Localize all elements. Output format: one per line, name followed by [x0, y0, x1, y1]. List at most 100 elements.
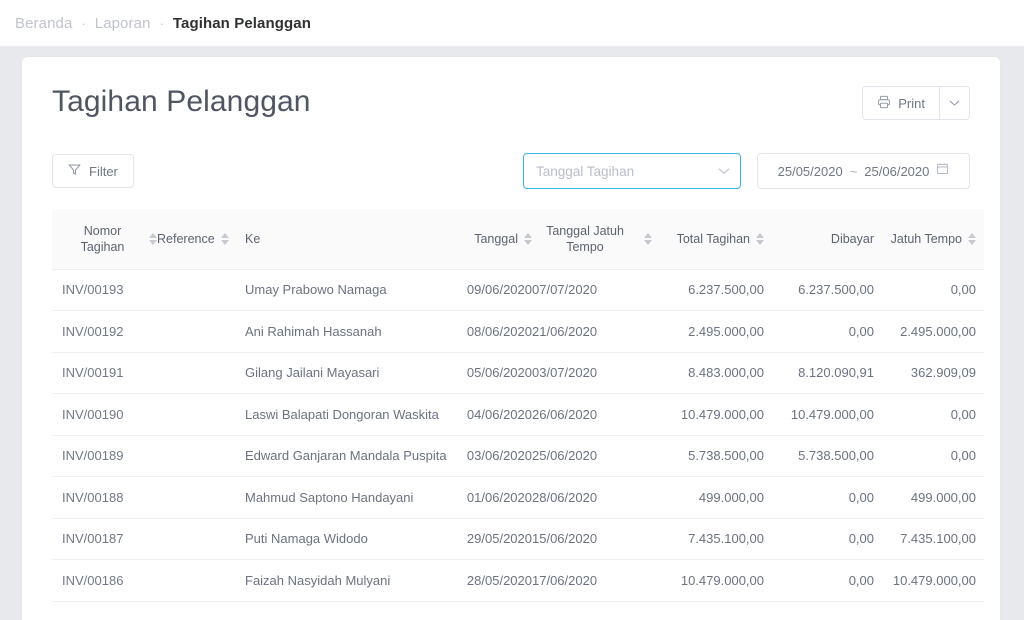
column-header-nomor-tagihan[interactable]: Nomor Tagihan — [52, 209, 157, 269]
cell-dibayar: 6.237.500,00 — [764, 269, 874, 311]
print-button[interactable]: Print — [863, 87, 939, 119]
sort-toggle-reference[interactable] — [221, 233, 229, 245]
table-row[interactable]: INV/00192 Ani Rahimah Hassanah08/06/2020 2… — [52, 311, 984, 353]
cell-ke: Puti Namaga Widodo — [245, 518, 450, 560]
cell-jatuh_tempo: 7.435.100,00 — [874, 518, 984, 560]
cell-ke: Umay Prabowo Namaga — [245, 269, 450, 311]
cell-nomor_tagihan: INV/00191 — [52, 352, 157, 394]
cell-reference — [157, 477, 245, 519]
table-row[interactable]: INV/00187 Puti Namaga Widodo29/05/202015/… — [52, 518, 984, 560]
cell-reference — [157, 435, 245, 477]
toolbar: Filter Tanggal Tagihan 25/05/2020 ~ 25/0… — [52, 153, 970, 189]
funnel-icon — [68, 163, 81, 179]
cell-tanggal: 09/06/2020 — [450, 269, 532, 311]
table-row[interactable]: INV/00186Faizah Nasyidah Mulyani28/05/20… — [52, 560, 984, 602]
cell-ke: Edward Ganjaran Mandala Puspita — [245, 435, 450, 477]
table-row[interactable]: INV/00189Edward Ganjaran Mandala Puspita… — [52, 435, 984, 477]
sort-toggle-total-tagihan[interactable] — [756, 233, 764, 245]
cell-nomor_tagihan: INV/00192 — [52, 311, 157, 353]
breadcrumb-item-beranda[interactable]: Beranda — [15, 15, 72, 32]
cell-total_tagihan: 7.435.100,00 — [652, 518, 764, 560]
cell-reference — [157, 352, 245, 394]
date-type-select[interactable]: Tanggal Tagihan — [523, 153, 741, 189]
cell-tanggal_jatuh_tempo: 26/06/2020 — [532, 394, 652, 436]
cell-tanggal_jatuh_tempo: 15/06/2020 — [532, 518, 652, 560]
print-dropdown-toggle[interactable] — [939, 87, 969, 119]
print-button-group: Print — [862, 86, 970, 120]
breadcrumb-separator: · — [81, 17, 85, 30]
cell-nomor_tagihan: INV/00193 — [52, 269, 157, 311]
cell-tanggal: 01/06/2020 — [450, 477, 532, 519]
column-header-dibayar[interactable]: Dibayar — [764, 209, 874, 269]
table-row[interactable]: INV/00191Gilang Jailani Mayasari05/06/20… — [52, 352, 984, 394]
cell-reference — [157, 311, 245, 353]
printer-icon — [877, 95, 891, 112]
cell-jatuh_tempo: 2.495.000,00 — [874, 311, 984, 353]
cell-tanggal_jatuh_tempo: 28/06/2020 — [532, 477, 652, 519]
column-header-reference[interactable]: Reference — [157, 209, 245, 269]
table-row[interactable]: INV/00188 Mahmud Saptono Handayani01/06/2… — [52, 477, 984, 519]
cell-dibayar: 5.738.500,00 — [764, 435, 874, 477]
cell-tanggal: 08/06/2020 — [450, 311, 532, 353]
cell-tanggal_jatuh_tempo: 03/07/2020 — [532, 352, 652, 394]
cell-jatuh_tempo: 499.000,00 — [874, 477, 984, 519]
cell-tanggal_jatuh_tempo: 07/07/2020 — [532, 269, 652, 311]
column-header-tanggal-jatuh-tempo[interactable]: Tanggal Jatuh Tempo — [532, 209, 652, 269]
date-range-start: 25/05/2020 — [778, 164, 843, 179]
column-header-jatuh-tempo[interactable]: Jatuh Tempo — [874, 209, 984, 269]
column-label: Reference — [157, 231, 215, 247]
cell-tanggal_jatuh_tempo: 17/06/2020 — [532, 560, 652, 602]
cell-jatuh_tempo: 0,00 — [874, 394, 984, 436]
cell-total_tagihan: 5.738.500,00 — [652, 435, 764, 477]
date-range-separator: ~ — [850, 164, 858, 179]
breadcrumb-item-laporan[interactable]: Laporan — [95, 15, 151, 32]
page-body: Tagihan Pelanggan Print — [0, 47, 1024, 620]
sort-toggle-tanggal-jatuh-tempo[interactable] — [644, 233, 652, 245]
cell-dibayar: 0,00 — [764, 477, 874, 519]
chevron-down-icon — [949, 94, 960, 112]
card-header: Tagihan Pelanggan Print — [52, 83, 970, 135]
date-type-select-value: Tanggal Tagihan — [536, 164, 718, 179]
sort-toggle-jatuh-tempo[interactable] — [968, 233, 976, 245]
table-row[interactable]: INV/00193 Umay Prabowo Namaga09/06/202007… — [52, 269, 984, 311]
cell-tanggal: 04/06/2020 — [450, 394, 532, 436]
calendar-icon — [936, 162, 949, 180]
table-body: INV/00193 Umay Prabowo Namaga09/06/202007… — [52, 269, 984, 601]
column-header-tanggal[interactable]: Tanggal — [450, 209, 532, 269]
filter-button[interactable]: Filter — [52, 154, 134, 188]
sort-toggle-tanggal[interactable] — [524, 233, 532, 245]
cell-dibayar: 8.120.090,91 — [764, 352, 874, 394]
cell-tanggal: 29/05/2020 — [450, 518, 532, 560]
column-label: Dibayar — [831, 231, 874, 247]
cell-reference — [157, 560, 245, 602]
page-title: Tagihan Pelanggan — [52, 83, 311, 121]
cell-nomor_tagihan: INV/00188 — [52, 477, 157, 519]
cell-total_tagihan: 10.479.000,00 — [652, 394, 764, 436]
column-header-total-tagihan[interactable]: Total Tagihan — [652, 209, 764, 269]
table-row[interactable]: INV/00190Laswi Balapati Dongoran Waskita… — [52, 394, 984, 436]
column-header-ke[interactable]: Ke — [245, 209, 450, 269]
filter-button-label: Filter — [89, 164, 118, 179]
breadcrumb-item-current: Tagihan Pelanggan — [173, 15, 311, 32]
cell-nomor_tagihan: INV/00187 — [52, 518, 157, 560]
cell-nomor_tagihan: INV/00186 — [52, 560, 157, 602]
print-button-label: Print — [898, 96, 925, 111]
cell-dibayar: 0,00 — [764, 518, 874, 560]
column-label: Nomor Tagihan — [62, 223, 143, 255]
cell-reference — [157, 394, 245, 436]
cell-ke: Ani Rahimah Hassanah — [245, 311, 450, 353]
sort-toggle-nomor-tagihan[interactable] — [149, 233, 157, 245]
table-header: Nomor Tagihan Reference — [52, 209, 984, 269]
column-label: Ke — [245, 231, 260, 247]
cell-reference — [157, 518, 245, 560]
invoices-table-container: Nomor Tagihan Reference — [52, 209, 970, 602]
cell-total_tagihan: 8.483.000,00 — [652, 352, 764, 394]
content-card: Tagihan Pelanggan Print — [22, 57, 1000, 620]
column-label: Total Tagihan — [677, 231, 750, 247]
cell-ke: Mahmud Saptono Handayani — [245, 477, 450, 519]
cell-dibayar: 0,00 — [764, 560, 874, 602]
breadcrumb-separator: · — [160, 17, 164, 30]
cell-jatuh_tempo: 0,00 — [874, 269, 984, 311]
cell-nomor_tagihan: INV/00190 — [52, 394, 157, 436]
date-range-picker[interactable]: 25/05/2020 ~ 25/06/2020 — [757, 153, 970, 189]
